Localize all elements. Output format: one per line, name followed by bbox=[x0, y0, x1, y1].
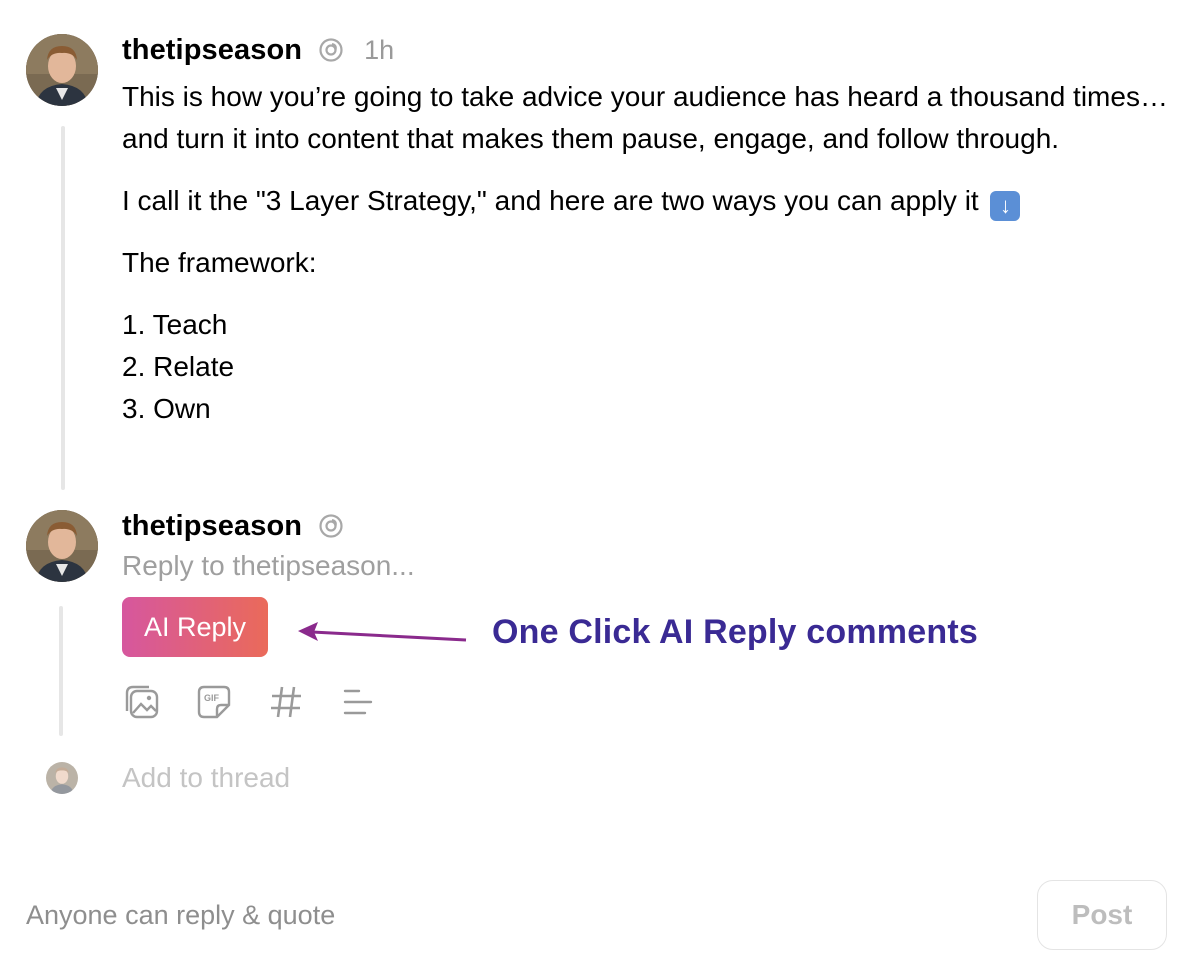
list-item: 2. Relate bbox=[122, 351, 235, 382]
gif-icon[interactable]: GIF bbox=[194, 682, 234, 722]
post-paragraph: This is how you’re going to take advice … bbox=[122, 81, 1168, 154]
reply-input[interactable]: Reply to thetipseason... bbox=[122, 550, 415, 582]
list-item: 3. Own bbox=[122, 393, 211, 424]
reply-toolbar: GIF bbox=[122, 682, 378, 722]
image-icon[interactable] bbox=[122, 682, 162, 722]
threads-icon bbox=[318, 37, 344, 63]
reply-setting-link[interactable]: Anyone can reply & quote bbox=[26, 900, 335, 931]
annotation-text: One Click AI Reply comments bbox=[492, 613, 978, 651]
small-avatar bbox=[46, 762, 78, 794]
post-paragraph: The framework: bbox=[122, 247, 317, 278]
text-format-icon[interactable] bbox=[338, 682, 378, 722]
post-paragraph: I call it the "3 Layer Strategy," and he… bbox=[122, 180, 1172, 222]
post-button[interactable]: Post bbox=[1037, 880, 1167, 950]
post-username[interactable]: thetipseason bbox=[122, 34, 302, 67]
avatar[interactable] bbox=[26, 510, 98, 582]
post-paragraph-text: I call it the "3 Layer Strategy," and he… bbox=[122, 185, 979, 216]
add-to-thread-input[interactable]: Add to thread bbox=[122, 762, 290, 794]
threads-icon bbox=[318, 513, 344, 539]
annotation-arrow-icon bbox=[298, 622, 467, 642]
hashtag-icon[interactable] bbox=[266, 682, 306, 722]
list-item: 1. Teach bbox=[122, 309, 228, 340]
ai-reply-button[interactable]: AI Reply bbox=[122, 597, 268, 657]
reply-username[interactable]: thetipseason bbox=[122, 510, 302, 543]
avatar[interactable] bbox=[26, 34, 98, 106]
post-time: 1h bbox=[364, 34, 395, 65]
down-arrow-emoji-icon: ↓ bbox=[990, 191, 1021, 221]
thread-line bbox=[61, 126, 65, 490]
framework-list: 1. Teach 2. Relate 3. Own bbox=[122, 304, 1172, 430]
gif-label: GIF bbox=[204, 693, 220, 703]
thread-line bbox=[59, 606, 63, 736]
